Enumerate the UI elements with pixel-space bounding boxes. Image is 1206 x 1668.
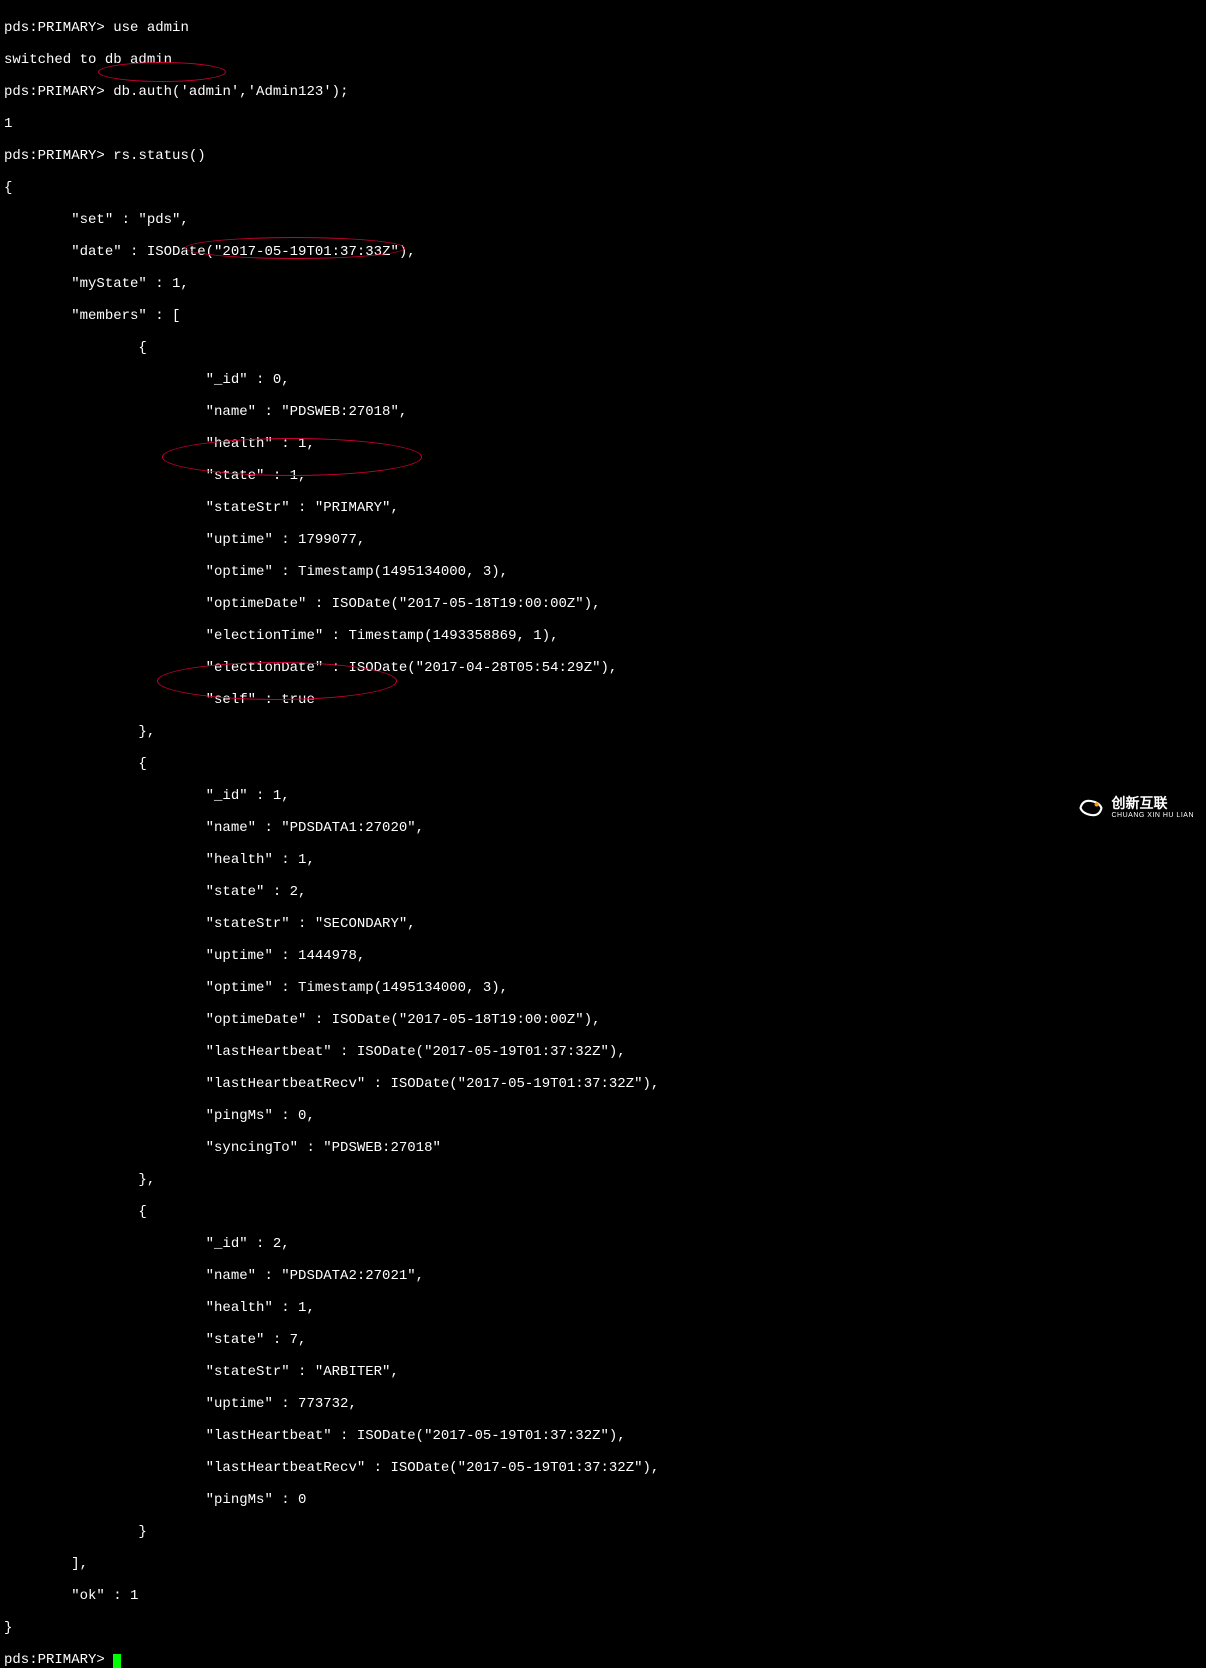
output-line: "_id" : 1, xyxy=(4,788,1202,804)
watermark-logo-icon xyxy=(1077,794,1105,822)
output-line: "_id" : 2, xyxy=(4,1236,1202,1252)
prompt-line: pds:PRIMARY> use admin xyxy=(4,20,1202,36)
output-line: "myState" : 1, xyxy=(4,276,1202,292)
output-line: ], xyxy=(4,1556,1202,1572)
output-line: "electionDate" : ISODate("2017-04-28T05:… xyxy=(4,660,1202,676)
output-line: "optime" : Timestamp(1495134000, 3), xyxy=(4,980,1202,996)
cursor-icon xyxy=(113,1654,121,1668)
output-line: "syncingTo" : "PDSWEB:27018" xyxy=(4,1140,1202,1156)
output-line: "health" : 1, xyxy=(4,436,1202,452)
output-line: "members" : [ xyxy=(4,308,1202,324)
output-line: "set" : "pds", xyxy=(4,212,1202,228)
output-line: "self" : true xyxy=(4,692,1202,708)
output-line: "pingMs" : 0, xyxy=(4,1108,1202,1124)
output-line: } xyxy=(4,1524,1202,1540)
output-line: { xyxy=(4,756,1202,772)
watermark-text-py: CHUANG XIN HU LIAN xyxy=(1111,812,1194,820)
output-line: "optimeDate" : ISODate("2017-05-18T19:00… xyxy=(4,1012,1202,1028)
output-line: "stateStr" : "PRIMARY", xyxy=(4,500,1202,516)
output-line: "lastHeartbeatRecv" : ISODate("2017-05-1… xyxy=(4,1076,1202,1092)
output-line: "lastHeartbeat" : ISODate("2017-05-19T01… xyxy=(4,1044,1202,1060)
output-line: "lastHeartbeatRecv" : ISODate("2017-05-1… xyxy=(4,1460,1202,1476)
output-line: "uptime" : 773732, xyxy=(4,1396,1202,1412)
prompt-line: pds:PRIMARY> db.auth('admin','Admin123')… xyxy=(4,84,1202,100)
output-line: { xyxy=(4,1204,1202,1220)
output-line: }, xyxy=(4,1172,1202,1188)
terminal-output[interactable]: pds:PRIMARY> use admin switched to db ad… xyxy=(4,4,1202,1668)
output-line: "uptime" : 1799077, xyxy=(4,532,1202,548)
output-line: "name" : "PDSWEB:27018", xyxy=(4,404,1202,420)
watermark: 创新互联 CHUANG XIN HU LIAN xyxy=(1077,794,1194,822)
output-line: "name" : "PDSDATA2:27021", xyxy=(4,1268,1202,1284)
output-line: { xyxy=(4,180,1202,196)
output-line: "health" : 1, xyxy=(4,1300,1202,1316)
output-line: "state" : 2, xyxy=(4,884,1202,900)
watermark-text-cn: 创新互联 xyxy=(1111,796,1194,811)
output-line: { xyxy=(4,340,1202,356)
output-line: } xyxy=(4,1620,1202,1636)
prompt-line[interactable]: pds:PRIMARY> xyxy=(4,1652,1202,1668)
output-line: "optime" : Timestamp(1495134000, 3), xyxy=(4,564,1202,580)
output-line: "date" : ISODate("2017-05-19T01:37:33Z")… xyxy=(4,244,1202,260)
output-line: "electionTime" : Timestamp(1493358869, 1… xyxy=(4,628,1202,644)
prompt-line: pds:PRIMARY> rs.status() xyxy=(4,148,1202,164)
output-line: }, xyxy=(4,724,1202,740)
output-line: "stateStr" : "SECONDARY", xyxy=(4,916,1202,932)
output-line: "optimeDate" : ISODate("2017-05-18T19:00… xyxy=(4,596,1202,612)
output-line: "_id" : 0, xyxy=(4,372,1202,388)
output-line: 1 xyxy=(4,116,1202,132)
output-line: "lastHeartbeat" : ISODate("2017-05-19T01… xyxy=(4,1428,1202,1444)
output-line: "state" : 1, xyxy=(4,468,1202,484)
output-line: "health" : 1, xyxy=(4,852,1202,868)
output-line: "stateStr" : "ARBITER", xyxy=(4,1364,1202,1380)
output-line: switched to db admin xyxy=(4,52,1202,68)
output-line: "pingMs" : 0 xyxy=(4,1492,1202,1508)
output-line: "ok" : 1 xyxy=(4,1588,1202,1604)
output-line: "uptime" : 1444978, xyxy=(4,948,1202,964)
output-line: "state" : 7, xyxy=(4,1332,1202,1348)
